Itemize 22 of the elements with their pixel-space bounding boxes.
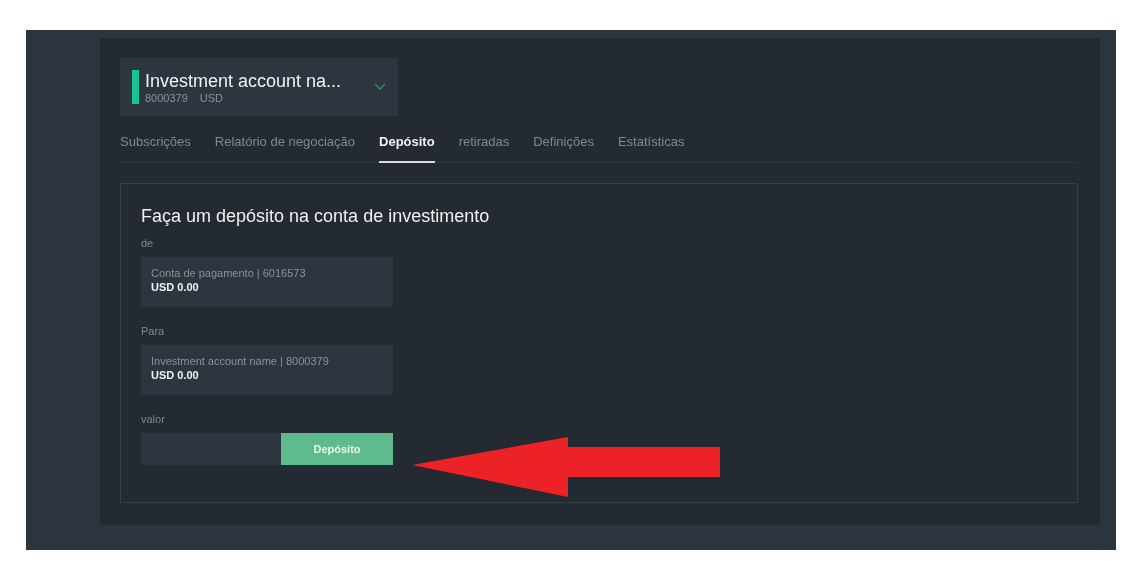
tab[interactable]: Depósito — [379, 128, 435, 163]
status-bar-icon — [132, 70, 139, 104]
account-name: Investment account na... — [145, 70, 343, 92]
field-label: de — [141, 237, 155, 249]
tab[interactable]: Definições — [533, 128, 594, 163]
tab[interactable]: Estatísticas — [617, 128, 685, 163]
balance-text: USD 0.00 — [151, 369, 200, 381]
amount-field[interactable] — [141, 433, 281, 465]
form-title: Faça um depósito na conta de investimento — [141, 206, 491, 227]
account-currency: USD — [199, 91, 224, 104]
account-selector[interactable]: Investment account na... 8000379 USD — [120, 58, 398, 116]
field-label: valor — [141, 413, 166, 425]
tab[interactable]: Subscrições — [120, 128, 191, 163]
account-text: Conta de pagamento | 6016573 — [151, 267, 307, 279]
chevron-down-icon — [374, 83, 386, 91]
tab[interactable]: Relatório de negociação — [214, 128, 356, 163]
deposit-button[interactable]: Depósito — [281, 433, 393, 465]
balance-text: USD 0.00 — [151, 281, 200, 293]
field-label: Para — [141, 325, 166, 337]
account-text: Investment account name | 8000379 — [151, 355, 330, 367]
account-number: 8000379 — [145, 91, 188, 104]
tab[interactable]: retiradas — [458, 128, 510, 163]
